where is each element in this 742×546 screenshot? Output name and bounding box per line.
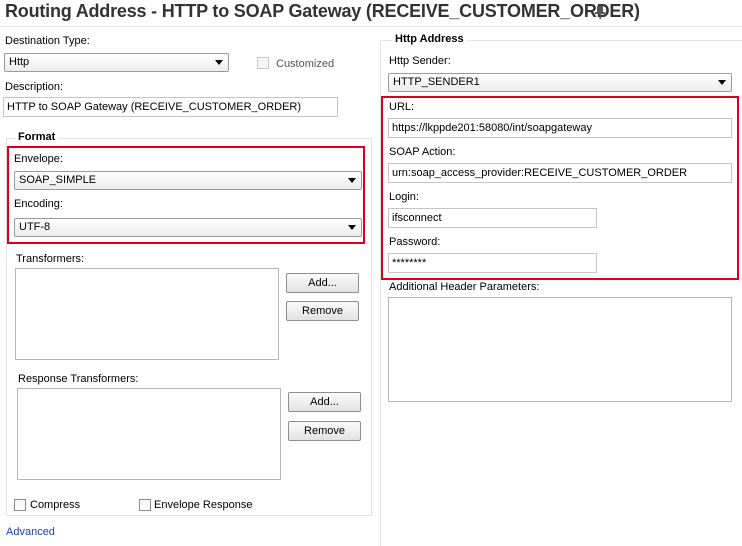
url-field[interactable]: https://lkppde201:58080/int/soapgateway [388,118,732,138]
response-transformers-add-button[interactable]: Add... [288,392,361,412]
http-sender-label: Http Sender: [389,55,451,67]
destination-type-value: Http [9,56,30,68]
password-label: Password: [389,236,441,248]
envelope-value: SOAP_SIMPLE [19,174,97,186]
additional-header-parameters[interactable] [388,297,732,402]
password-field[interactable]: ******** [388,253,597,273]
login-label: Login: [389,191,419,203]
chevron-down-icon [718,80,726,85]
soap-action-label: SOAP Action: [389,146,456,158]
http-sender-select[interactable]: HTTP_SENDER1 [388,73,732,92]
customized-label: Customized [276,58,335,70]
encoding-select[interactable]: UTF-8 [14,218,362,237]
destination-type-select[interactable]: Http [4,53,229,72]
response-transformers-remove-button[interactable]: Remove [288,421,361,441]
destination-type-label: Destination Type: [5,35,90,47]
envelope-response-checkbox[interactable] [139,499,151,511]
customized-checkbox[interactable] [257,57,269,69]
url-label: URL: [389,101,415,113]
compress-checkbox[interactable] [14,499,26,511]
transformers-remove-button[interactable]: Remove [286,301,359,321]
soap-action-field[interactable]: urn:soap_access_provider:RECEIVE_CUSTOME… [388,163,732,183]
envelope-select[interactable]: SOAP_SIMPLE [14,171,362,190]
compress-label: Compress [30,499,81,511]
response-transformers-list[interactable] [17,388,281,480]
advanced-link[interactable]: Advanced [6,526,55,538]
additional-header-label: Additional Header Parameters: [389,281,540,293]
encoding-label: Encoding: [14,198,63,210]
response-transformers-label: Response Transformers: [18,373,139,385]
transformers-label: Transformers: [16,253,85,265]
pin-icon[interactable] [594,5,606,19]
transformers-list[interactable] [15,268,279,360]
http-sender-value: HTTP_SENDER1 [393,76,480,88]
description-label: Description: [5,81,64,93]
format-legend: Format [15,131,59,143]
page-title: Routing Address - HTTP to SOAP Gateway (… [5,1,640,21]
encoding-value: UTF-8 [19,221,51,233]
chevron-down-icon [348,225,356,230]
login-field[interactable]: ifsconnect [388,208,597,228]
http-address-legend: Http Address [392,33,467,45]
title-divider [0,26,742,27]
chevron-down-icon [215,60,223,65]
envelope-label: Envelope: [14,153,63,165]
description-field[interactable]: HTTP to SOAP Gateway (RECEIVE_CUSTOMER_O… [3,97,338,117]
chevron-down-icon [348,178,356,183]
transformers-add-button[interactable]: Add... [286,273,359,293]
envelope-response-label: Envelope Response [154,499,253,511]
